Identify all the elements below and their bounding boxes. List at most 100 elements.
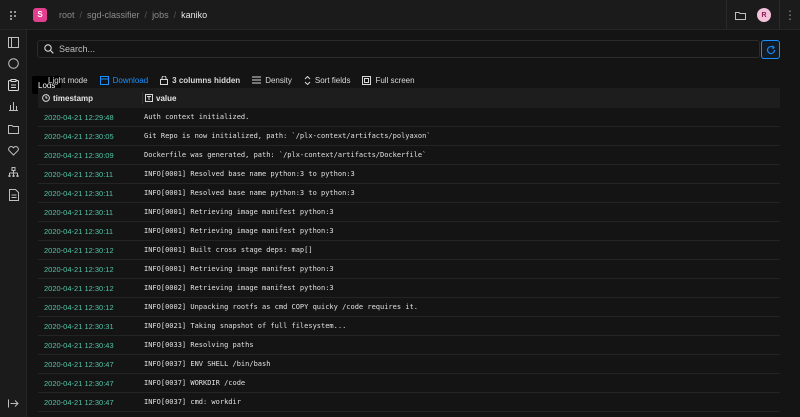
refresh-icon: [766, 45, 775, 54]
sidebar-item-specification[interactable]: [6, 187, 21, 202]
folder-icon: [734, 11, 746, 20]
sidebar-item-resources[interactable]: [6, 98, 21, 113]
table-header: timestamp value: [38, 88, 780, 108]
value-cell: INFO[0037] cmd: workdir: [144, 398, 241, 406]
value-cell: INFO[0001] Retrieving image manifest pyt…: [144, 265, 334, 273]
density-icon: [252, 76, 262, 84]
overview-icon: [8, 37, 19, 48]
grid-dots-icon: [9, 10, 16, 20]
density-button[interactable]: Density: [252, 76, 292, 85]
sort-icon: [304, 75, 311, 85]
breadcrumb-root[interactable]: root: [59, 10, 75, 20]
density-label: Density: [265, 75, 292, 85]
breadcrumb-separator: /: [144, 9, 148, 20]
table-row[interactable]: 2020-04-21 12:30:05 Git Repo is now initi…: [38, 127, 780, 146]
timestamp-cell: 2020-04-21 12:30:11: [44, 169, 114, 179]
app-menu-button[interactable]: [0, 0, 27, 30]
timestamp-cell: 2020-04-21 12:30:11: [44, 207, 114, 217]
timestamp-cell: 2020-04-21 12:30:43: [44, 340, 114, 350]
value-cell: INFO[0002] Retrieving image manifest pyt…: [144, 284, 334, 292]
table-toolbar: Light mode Download 3 columns hidden Den…: [48, 73, 427, 87]
sidebar-item-artifacts[interactable]: [6, 121, 21, 136]
breadcrumb-jobs[interactable]: jobs: [152, 10, 169, 20]
table-row[interactable]: 2020-04-21 12:29:48 Auth context initiali…: [38, 108, 780, 127]
timestamp-cell: 2020-04-21 12:30:47: [44, 378, 114, 388]
folder-icon: [8, 124, 19, 134]
timestamp-cell: 2020-04-21 12:30:09: [44, 150, 114, 160]
column-header-timestamp[interactable]: timestamp: [38, 94, 142, 103]
files-button[interactable]: [727, 0, 753, 30]
table-row[interactable]: 2020-04-21 12:30:09 Dockerfile was genera…: [38, 146, 780, 165]
sidebar-item-overview[interactable]: [6, 35, 21, 50]
value-cell: INFO[0021] Taking snapshot of full files…: [144, 322, 347, 330]
value-cell: Dockerfile was generated, path: `/plx-co…: [144, 151, 427, 159]
breadcrumb-project[interactable]: sgd-classifier: [87, 10, 140, 20]
download-icon: [99, 75, 109, 85]
more-menu-button[interactable]: ⋮: [780, 8, 800, 22]
breadcrumb-current: kaniko: [181, 9, 208, 20]
hidden-columns-button[interactable]: 3 columns hidden: [160, 75, 240, 85]
project-badge[interactable]: S: [33, 7, 47, 22]
download-label: Download: [112, 75, 149, 85]
table-row[interactable]: 2020-04-21 12:30:47 INFO[0037] cmd: workd…: [38, 393, 780, 412]
table-row[interactable]: 2020-04-21 12:30:11 INFO[0001] Retrieving…: [38, 203, 780, 222]
value-cell: INFO[0033] Resolving paths: [144, 341, 254, 349]
sidebar-item-logs[interactable]: [4, 75, 23, 94]
table-row[interactable]: 2020-04-21 12:30:11 INFO[0001] Retrieving…: [38, 222, 780, 241]
sort-fields-label: Sort fields: [314, 75, 351, 85]
table-row[interactable]: 2020-04-21 12:30:31 INFO[0021] Taking sna…: [38, 317, 780, 336]
timestamp-cell: 2020-04-21 12:30:47: [44, 397, 114, 407]
value-cell: INFO[0001] Resolved base name python:3 t…: [144, 189, 355, 197]
column-label-value: value: [156, 93, 177, 103]
search-input[interactable]: [59, 44, 759, 54]
column-header-value[interactable]: value: [142, 92, 780, 104]
value-cell: Git Repo is now initialized, path: `/plx…: [144, 132, 431, 140]
sort-fields-button[interactable]: Sort fields: [304, 75, 351, 85]
full-screen-label: Full screen: [375, 75, 415, 85]
breadcrumb-separator: /: [79, 9, 83, 20]
light-mode-button[interactable]: Light mode: [48, 76, 88, 85]
heart-pulse-icon: [8, 145, 19, 156]
table-row[interactable]: 2020-04-21 12:30:11 INFO[0001] Resolved b…: [38, 165, 780, 184]
top-bar: S root / sgd-classifier / jobs / kaniko …: [0, 0, 800, 30]
timestamp-cell: 2020-04-21 12:30:05: [44, 131, 114, 141]
refresh-button[interactable]: [761, 40, 780, 59]
clock-icon: [42, 94, 50, 102]
table-row[interactable]: 2020-04-21 12:30:43 INFO[0033] Resolving …: [38, 336, 780, 355]
timestamp-cell: 2020-04-21 12:30:12: [44, 283, 114, 293]
value-cell: Auth context initialized.: [144, 113, 250, 121]
full-screen-button[interactable]: Full screen: [362, 75, 415, 85]
table-row[interactable]: 2020-04-21 12:30:12 INFO[0002] Unpacking …: [38, 298, 780, 317]
timestamp-cell: 2020-04-21 12:30:12: [44, 245, 114, 255]
more-vertical-icon: ⋮: [784, 8, 796, 22]
avatar[interactable]: R: [757, 8, 771, 22]
logs-table: timestamp value 2020-04-21 12:29:48 Auth …: [38, 88, 780, 412]
text-field-icon: [145, 94, 153, 102]
table-row[interactable]: 2020-04-21 12:30:12 INFO[0001] Built cros…: [38, 241, 780, 260]
column-label-timestamp: timestamp: [53, 93, 94, 103]
table-row[interactable]: 2020-04-21 12:30:12 INFO[0002] Retrieving…: [38, 279, 780, 298]
table-row[interactable]: 2020-04-21 12:30:47 INFO[0037] WORKDIR /c…: [38, 374, 780, 393]
table-row[interactable]: 2020-04-21 12:30:47 INFO[0037] ENV SHELL …: [38, 355, 780, 374]
timestamp-cell: 2020-04-21 12:30:11: [44, 188, 114, 198]
hierarchy-icon: [8, 167, 19, 177]
table-row[interactable]: 2020-04-21 12:30:11 INFO[0001] Resolved b…: [38, 184, 780, 203]
sidebar-item-lineage[interactable]: [6, 143, 21, 158]
table-row[interactable]: 2020-04-21 12:30:12 INFO[0001] Retrieving…: [38, 260, 780, 279]
sidebar-item-graph[interactable]: [6, 165, 21, 180]
resources-icon: [9, 102, 18, 111]
eye-off-icon: [160, 75, 169, 85]
value-cell: INFO[0001] Resolved base name python:3 t…: [144, 170, 355, 178]
table-body: 2020-04-21 12:29:48 Auth context initiali…: [38, 108, 780, 412]
sidebar-item-status[interactable]: [6, 56, 21, 71]
sidebar-expand-button[interactable]: [6, 396, 21, 411]
value-cell: INFO[0001] Built cross stage deps: map[]: [144, 246, 313, 254]
timestamp-cell: 2020-04-21 12:30:31: [44, 321, 114, 331]
timestamp-cell: 2020-04-21 12:30:47: [44, 359, 114, 369]
status-icon: [8, 58, 19, 69]
breadcrumb-separator: /: [173, 9, 177, 20]
fullscreen-icon: [362, 75, 372, 85]
timestamp-cell: 2020-04-21 12:29:48: [44, 112, 114, 122]
download-button[interactable]: Download: [99, 75, 149, 85]
timestamp-cell: 2020-04-21 12:30:11: [44, 226, 114, 236]
